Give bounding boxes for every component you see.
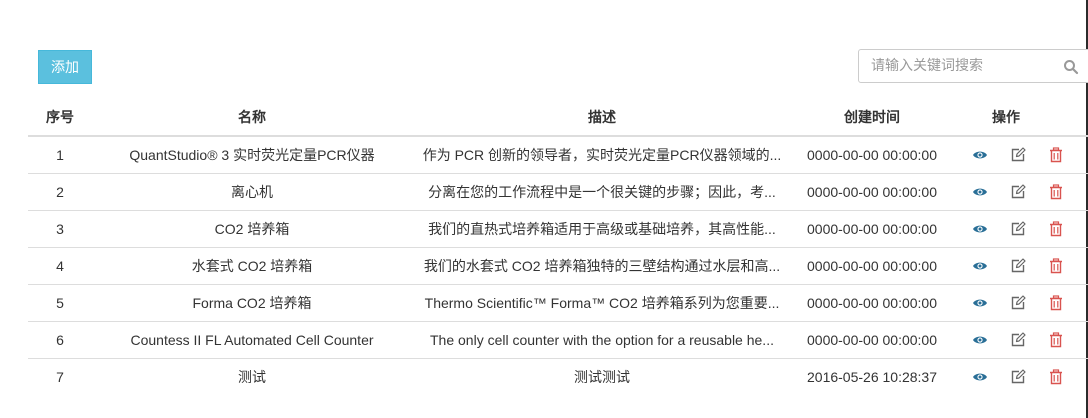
- cell-created-time: 0000-00-00 00:00:00: [792, 210, 952, 248]
- eye-icon[interactable]: [972, 369, 988, 385]
- edit-icon[interactable]: [1010, 221, 1026, 237]
- header-created-time: 创建时间: [792, 99, 952, 137]
- cell-created-time: 0000-00-00 00:00:00: [792, 321, 952, 359]
- cell-description: 我们的水套式 CO2 培养箱独特的三壁结构通过水层和高...: [412, 247, 792, 285]
- trash-icon[interactable]: [1048, 369, 1064, 385]
- cell-index: 1: [56, 147, 64, 163]
- trash-icon[interactable]: [1048, 221, 1064, 237]
- header-index: 序号: [28, 99, 92, 137]
- eye-icon[interactable]: [972, 221, 988, 237]
- cell-name: QuantStudio® 3 实时荧光定量PCR仪器: [129, 147, 375, 163]
- table-header-row: 序号 名称 描述 创建时间 操作: [28, 99, 1088, 137]
- cell-name: 测试: [92, 358, 412, 395]
- search-input[interactable]: [859, 50, 1066, 82]
- trash-icon[interactable]: [1048, 147, 1064, 163]
- eye-icon[interactable]: [972, 295, 988, 311]
- cell-created-time: 0000-00-00 00:00:00: [792, 284, 952, 322]
- table-row: 3 CO2 培养箱 我们的直热式培养箱适用于高级或基础培养，其高性能... 00…: [28, 210, 1088, 248]
- edit-icon[interactable]: [1010, 258, 1026, 274]
- cell-actions: [952, 321, 1088, 359]
- cell-created-time: 2016-05-26 10:28:37: [792, 358, 952, 395]
- table-row: 4 水套式 CO2 培养箱 我们的水套式 CO2 培养箱独特的三壁结构通过水层和…: [28, 247, 1088, 285]
- eye-icon[interactable]: [972, 258, 988, 274]
- cell-actions: [952, 173, 1088, 211]
- cell-created-time: 0000-00-00 00:00:00: [792, 247, 952, 285]
- cell-name: Forma CO2 培养箱: [92, 284, 412, 322]
- edit-icon[interactable]: [1010, 295, 1026, 311]
- table-row: 6 Countess II FL Automated Cell Counter …: [28, 321, 1088, 359]
- edit-icon[interactable]: [1010, 369, 1026, 385]
- cell-name: 离心机: [92, 173, 412, 211]
- cell-index: 2: [28, 173, 92, 211]
- table-row: 2 离心机 分离在您的工作流程中是一个很关键的步骤；因此，考... 0000-0…: [28, 173, 1088, 211]
- cell-description: The only cell counter with the option fo…: [412, 321, 792, 359]
- row-actions: [958, 184, 1084, 200]
- cell-description: 作为 PCR 创新的领导者，实时荧光定量PCR仪器领域的...: [422, 147, 782, 163]
- header-name: 名称: [92, 99, 412, 137]
- edit-icon[interactable]: [1010, 184, 1026, 200]
- search-icon[interactable]: [1063, 59, 1079, 75]
- edit-icon[interactable]: [1010, 332, 1026, 348]
- cell-description: Thermo Scientific™ Forma™ CO2 培养箱系列为您重要.…: [412, 284, 792, 322]
- toolbar: 添加: [38, 49, 1088, 85]
- cell-created-time: 0000-00-00 00:00:00: [807, 147, 937, 163]
- table-body: 1 QuantStudio® 3 实时荧光定量PCR仪器 作为 PCR 创新的领…: [28, 136, 1088, 395]
- row-actions: [958, 295, 1084, 311]
- cell-index: 7: [28, 358, 92, 395]
- cell-index: 4: [28, 247, 92, 285]
- cell-created-time: 0000-00-00 00:00:00: [792, 173, 952, 211]
- search-box: [858, 49, 1088, 83]
- cell-index: 3: [28, 210, 92, 248]
- eye-icon[interactable]: [972, 332, 988, 348]
- cell-index: 6: [28, 321, 92, 359]
- cell-index: 5: [28, 284, 92, 322]
- trash-icon[interactable]: [1048, 332, 1064, 348]
- row-actions: [958, 258, 1084, 274]
- table-row: 1 QuantStudio® 3 实时荧光定量PCR仪器 作为 PCR 创新的领…: [28, 136, 1088, 174]
- eye-icon[interactable]: [972, 147, 988, 163]
- header-description: 描述: [412, 99, 792, 137]
- cell-description: 我们的直热式培养箱适用于高级或基础培养，其高性能...: [412, 210, 792, 248]
- table-row: 5 Forma CO2 培养箱 Thermo Scientific™ Forma…: [28, 284, 1088, 322]
- cell-actions: [952, 247, 1088, 285]
- cell-actions: [952, 210, 1088, 248]
- cell-actions: [952, 284, 1088, 322]
- eye-icon[interactable]: [972, 184, 988, 200]
- cell-description: 测试测试: [412, 358, 792, 395]
- trash-icon[interactable]: [1048, 295, 1064, 311]
- cell-description: 分离在您的工作流程中是一个很关键的步骤；因此，考...: [412, 173, 792, 211]
- cell-actions: [952, 358, 1088, 395]
- add-button[interactable]: 添加: [38, 50, 92, 84]
- table-row: 7 测试 测试测试 2016-05-26 10:28:37: [28, 358, 1088, 395]
- header-actions: 操作: [952, 99, 1088, 137]
- trash-icon[interactable]: [1048, 258, 1064, 274]
- cell-name: Countess II FL Automated Cell Counter: [92, 321, 412, 359]
- trash-icon[interactable]: [1048, 184, 1064, 200]
- cell-name: 水套式 CO2 培养箱: [92, 247, 412, 285]
- row-actions: [958, 147, 1084, 163]
- cell-name: CO2 培养箱: [92, 210, 412, 248]
- cell-actions: [952, 136, 1088, 174]
- row-actions: [958, 221, 1084, 237]
- edit-icon[interactable]: [1010, 147, 1026, 163]
- row-actions: [958, 369, 1084, 385]
- row-actions: [958, 332, 1084, 348]
- data-table: 序号 名称 描述 创建时间 操作 1 QuantStudio® 3 实时荧光定量…: [28, 99, 1088, 395]
